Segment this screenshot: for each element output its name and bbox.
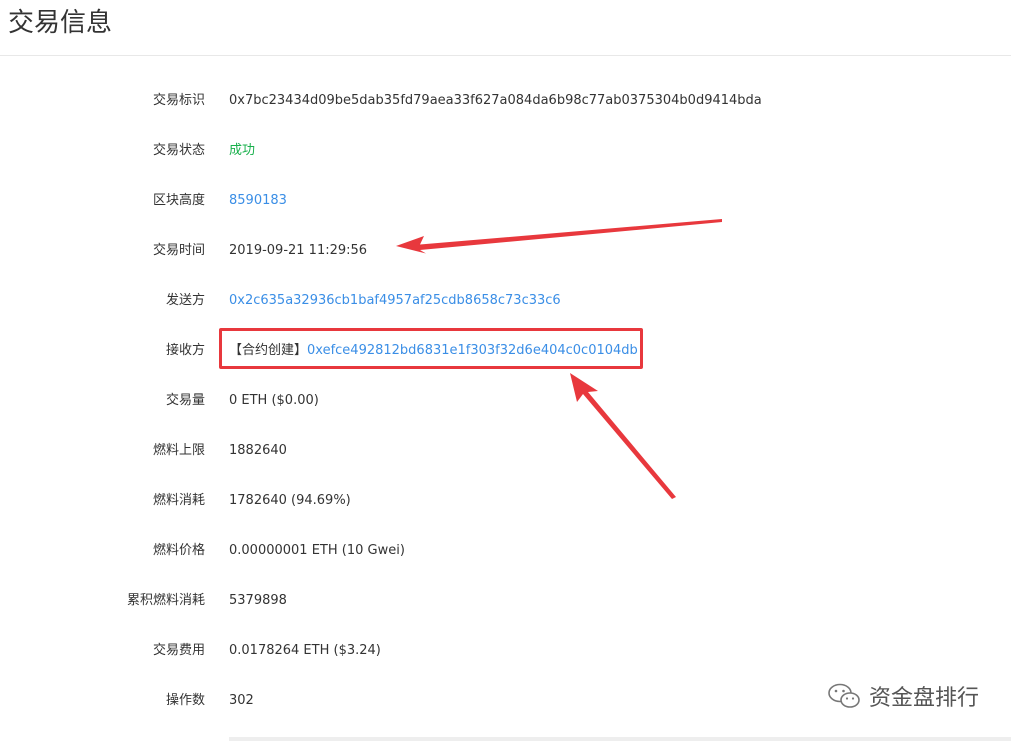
tx-time-label: 交易时间 [152, 243, 205, 258]
tx-hash-value: 0x7bc23434d09be5dab35fd79aea33f627a084da… [229, 93, 762, 108]
gas-limit-value: 1882640 [229, 443, 287, 458]
row-sender: 发送方 0x2c635a32936cb1baf4957af25cdb8658c7… [0, 276, 1011, 326]
block-height-link[interactable]: 8590183 [229, 191, 287, 211]
tx-time-value: 2019-09-21 11:29:56 [229, 243, 368, 258]
tx-fee-label: 交易费用 [152, 643, 205, 658]
gas-price-label: 燃料价格 [152, 543, 205, 558]
row-tx-fee: 交易费用 0.0178264 ETH ($3.24) [0, 626, 1011, 676]
row-tx-time: 交易时间 2019-09-21 11:29:56 [0, 226, 1011, 276]
row-tx-status: 交易状态 成功 [0, 126, 1011, 176]
gas-used-value: 1782640 (94.69%) [229, 493, 351, 508]
cumulative-gas-label: 累积燃料消耗 [126, 593, 205, 608]
sender-address-link[interactable]: 0x2c635a32936cb1baf4957af25cdb8658c73c33… [229, 291, 561, 311]
row-amount: 交易量 0 ETH ($0.00) [0, 376, 1011, 426]
amount-label: 交易量 [165, 393, 205, 408]
row-cumulative-gas: 累积燃料消耗 5379898 [0, 576, 1011, 626]
amount-value: 0 ETH ($0.00) [229, 393, 319, 408]
row-block-height: 区块高度 8590183 [0, 176, 1011, 226]
transaction-page: 交易信息 交易标识 0x7bc23434d09be5dab35fd79aea33… [0, 0, 1011, 741]
op-count-label: 操作数 [165, 693, 205, 708]
row-tx-hash: 交易标识 0x7bc23434d09be5dab35fd79aea33f627a… [0, 76, 1011, 126]
sender-label: 发送方 [165, 293, 205, 308]
row-gas-price: 燃料价格 0.00000001 ETH (10 Gwei) [0, 526, 1011, 576]
cumulative-gas-value: 5379898 [229, 593, 287, 608]
tx-status-label: 交易状态 [152, 143, 205, 158]
title-divider [0, 55, 1011, 56]
tx-hash-label: 交易标识 [152, 93, 205, 108]
watermark: 资金盘排行 [827, 680, 979, 712]
wechat-icon [828, 683, 860, 708]
transaction-details: 交易标识 0x7bc23434d09be5dab35fd79aea33f627a… [0, 76, 1011, 726]
watermark-text: 资金盘排行 [868, 686, 979, 711]
row-gas-used: 燃料消耗 1782640 (94.69%) [0, 476, 1011, 526]
receiver-highlight-box [219, 328, 643, 369]
gas-limit-label: 燃料上限 [152, 443, 205, 458]
block-height-label: 区块高度 [152, 193, 205, 208]
receiver-label: 接收方 [165, 343, 205, 358]
tx-status-value: 成功 [229, 143, 256, 158]
gas-used-label: 燃料消耗 [152, 493, 205, 508]
page-title: 交易信息 [8, 8, 113, 38]
gas-price-value: 0.00000001 ETH (10 Gwei) [229, 543, 405, 558]
op-count-value: 302 [229, 693, 254, 708]
row-gas-limit: 燃料上限 1882640 [0, 426, 1011, 476]
bottom-divider [229, 737, 1011, 741]
tx-fee-value: 0.0178264 ETH ($3.24) [229, 643, 381, 658]
